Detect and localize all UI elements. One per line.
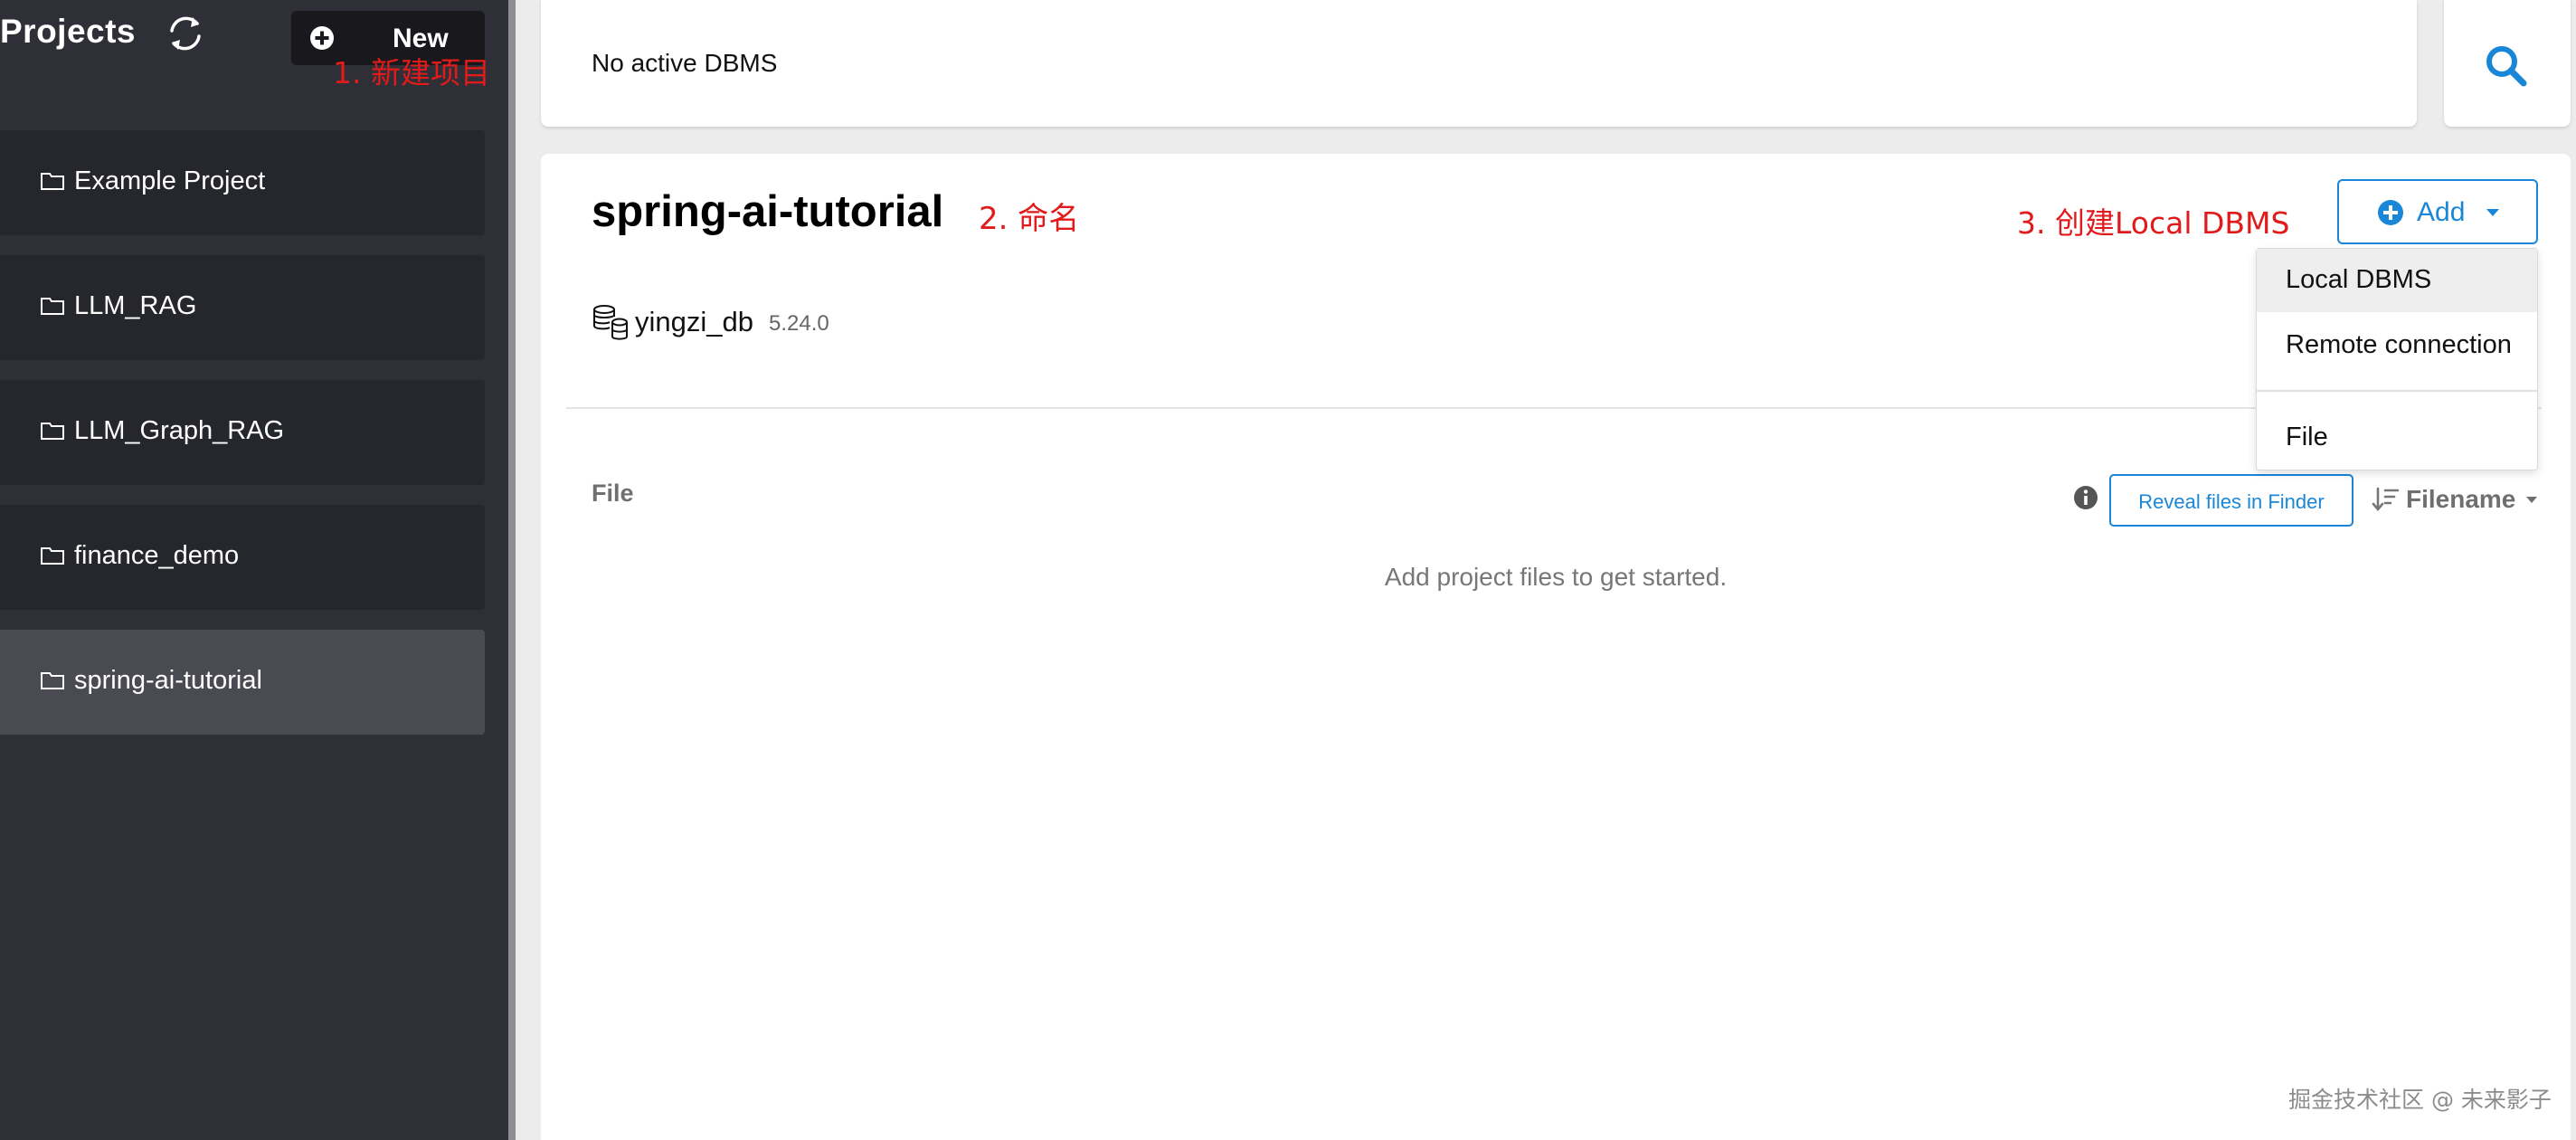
add-button[interactable]: Add	[2337, 179, 2538, 244]
annotation-step2: 2. 命名	[979, 201, 1080, 237]
reveal-files-label: Reveal files in Finder	[2138, 490, 2325, 513]
reveal-files-button[interactable]: Reveal files in Finder	[2109, 474, 2353, 527]
files-empty-message: Add project files to get started.	[1384, 563, 1728, 591]
project-item-llm-graph-rag[interactable]: LLM_Graph_RAG	[0, 380, 485, 485]
project-label: finance_demo	[74, 541, 240, 570]
chevron-down-icon	[2486, 209, 2499, 216]
folder-icon	[41, 672, 64, 689]
folder-icon	[41, 547, 64, 565]
add-dropdown-menu: Local DBMS Remote connection File	[2256, 248, 2538, 470]
plus-circle-icon	[2378, 200, 2403, 225]
projects-title: Projects	[0, 13, 137, 50]
sidebar-header: Projects New 1. 新建项目	[0, 0, 508, 90]
dbms-version: 5.24.0	[769, 311, 829, 336]
search-icon	[2486, 46, 2527, 87]
project-label: LLM_Graph_RAG	[74, 416, 285, 445]
project-title: spring-ai-tutorial	[592, 187, 944, 236]
menu-separator	[2257, 390, 2537, 392]
refresh-icon[interactable]	[163, 11, 208, 56]
sort-label: Filename	[2406, 485, 2516, 513]
project-item-spring-ai-tutorial[interactable]: spring-ai-tutorial	[0, 630, 485, 735]
menu-item-local-dbms[interactable]: Local DBMS	[2257, 249, 2537, 312]
chevron-down-icon	[2526, 497, 2537, 503]
watermark: 掘金技术社区 @ 未来影子	[2288, 1087, 2552, 1113]
project-label: spring-ai-tutorial	[74, 666, 262, 695]
database-icon	[593, 305, 628, 340]
info-icon[interactable]	[2073, 485, 2098, 510]
dbms-status-bar: No active DBMS	[541, 0, 2417, 127]
sidebar: Projects New 1. 新建项目 Example Project LLM…	[0, 0, 508, 1140]
folder-icon	[41, 173, 64, 190]
search-button[interactable]	[2444, 0, 2571, 127]
menu-item-label: File	[2286, 423, 2328, 451]
menu-item-file[interactable]: File	[2257, 406, 2537, 470]
menu-item-label: Remote connection	[2286, 330, 2512, 359]
file-section-header: File	[592, 480, 634, 507]
add-button-label: Add	[2417, 197, 2466, 227]
sort-filename-dropdown[interactable]: Filename	[2372, 481, 2543, 518]
folder-icon	[41, 423, 64, 440]
sidebar-divider[interactable]	[508, 0, 516, 1140]
project-label: LLM_RAG	[74, 291, 197, 320]
project-item-example-project[interactable]: Example Project	[0, 130, 485, 235]
annotation-step3: 3. 创建Local DBMS	[2017, 205, 2290, 241]
dbms-status-text: No active DBMS	[592, 49, 778, 77]
menu-item-label: Local DBMS	[2286, 265, 2432, 294]
annotation-step1: 1. 新建项目	[333, 55, 490, 90]
project-item-llm-rag[interactable]: LLM_RAG	[0, 255, 485, 360]
dbms-name: yingzi_db	[635, 306, 753, 337]
section-divider	[566, 407, 2542, 409]
folder-icon	[41, 298, 64, 315]
sort-icon	[2372, 487, 2400, 512]
project-item-finance-demo[interactable]: finance_demo	[0, 505, 485, 610]
plus-circle-icon	[310, 26, 334, 50]
menu-item-remote-connection[interactable]: Remote connection	[2257, 314, 2537, 377]
project-label: Example Project	[74, 166, 266, 195]
